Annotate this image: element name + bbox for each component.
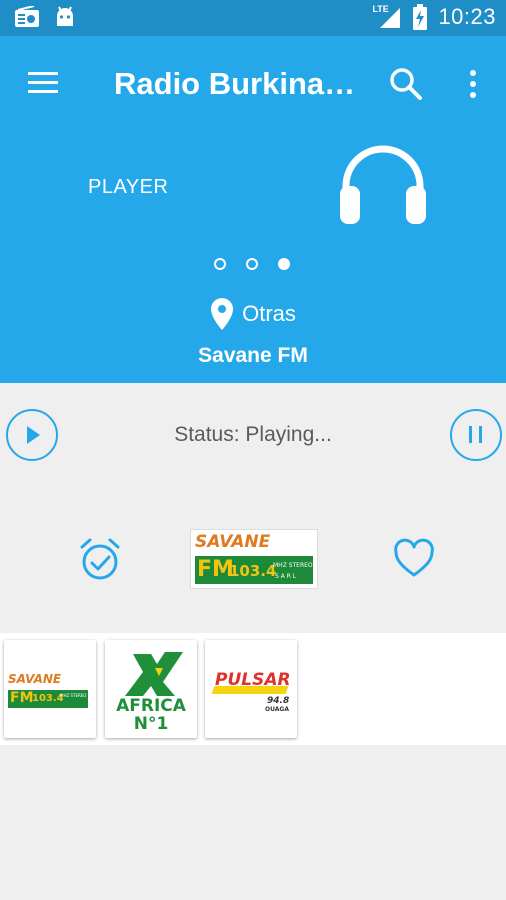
station-card-savane-fm[interactable]: SAVANE FM 103.4 MHZ STEREO [4,640,96,738]
signal-icon: LTE [372,4,402,30]
status-bar: LTE 10:23 [0,0,506,36]
pager-page-label: PLAYER [88,176,169,198]
playback-status: Status: Playing... [174,423,332,446]
africa-logo-line1: AFRICA [116,696,186,716]
africa-logo-line2: N°1 [133,714,169,734]
station-location: Otras [0,298,506,330]
savane-logo: SAVANE FM 103.4 MHZ STEREO [4,640,96,738]
savane-logo-freq: 103.4 [32,693,64,704]
status-bar-notifications [14,6,76,28]
search-icon [390,68,422,100]
battery-charging-icon [413,4,428,30]
pager-dot-3[interactable] [278,258,290,270]
pulsar-logo-word: PULSAR [215,670,291,690]
current-station-logo: SAVANE FM 103.4 MHZ STEREO S A R L [190,529,318,589]
pager-dot-2[interactable] [246,258,258,270]
overflow-menu-button[interactable] [458,64,488,104]
savane-logo-suffix: MHZ STEREO [273,562,313,569]
pulsar-logo-city: OUAGA [265,706,289,713]
pulsar-logo-freq: 94.8 [267,696,290,706]
status-bar-system: LTE 10:23 [372,4,496,30]
clock: 10:23 [438,4,496,29]
station-card-africa-n1[interactable]: AFRICA N°1 [105,640,197,738]
savane-logo-sub: S A R L [275,573,297,580]
android-notification-icon [57,6,73,26]
player-controls: Status: Playing... SAVANE FM 103.4 MHZ S… [0,383,506,633]
savane-logo: SAVANE FM 103.4 MHZ STEREO S A R L [191,530,317,588]
pause-icon [469,426,482,443]
station-card-pulsar[interactable]: PULSAR 94.8 OUAGA [205,640,297,738]
pager-dot-1[interactable] [214,258,226,270]
more-vertical-icon [470,70,476,98]
pager-indicator [214,258,290,270]
radio-notification-icon [15,6,39,27]
savane-logo-word: SAVANE [195,532,271,552]
alarm-button[interactable] [78,535,122,583]
heart-outline-icon [394,538,434,577]
savane-logo-suffix: MHZ STEREO [60,693,87,698]
favorite-button[interactable] [392,537,436,581]
location-label: Otras [242,301,296,326]
app-title: Radio Burkina… [114,66,356,101]
header-panel: Radio Burkina… PLAYER Otras Savane FM [0,36,506,383]
station-name: Savane FM [198,344,308,367]
station-list: SAVANE FM 103.4 MHZ STEREO AFRICA N°1 PU… [0,633,506,745]
pause-button[interactable] [450,409,502,461]
savane-logo-fm: FM [10,690,34,706]
savane-logo-freq: 103.4 [229,562,277,580]
headphones-icon [340,145,426,224]
menu-button[interactable] [24,66,64,102]
savane-logo-word: SAVANE [8,672,62,686]
alarm-check-icon [80,538,120,580]
search-button[interactable] [386,64,426,104]
hamburger-icon [28,72,58,93]
location-pin-icon [211,298,234,330]
